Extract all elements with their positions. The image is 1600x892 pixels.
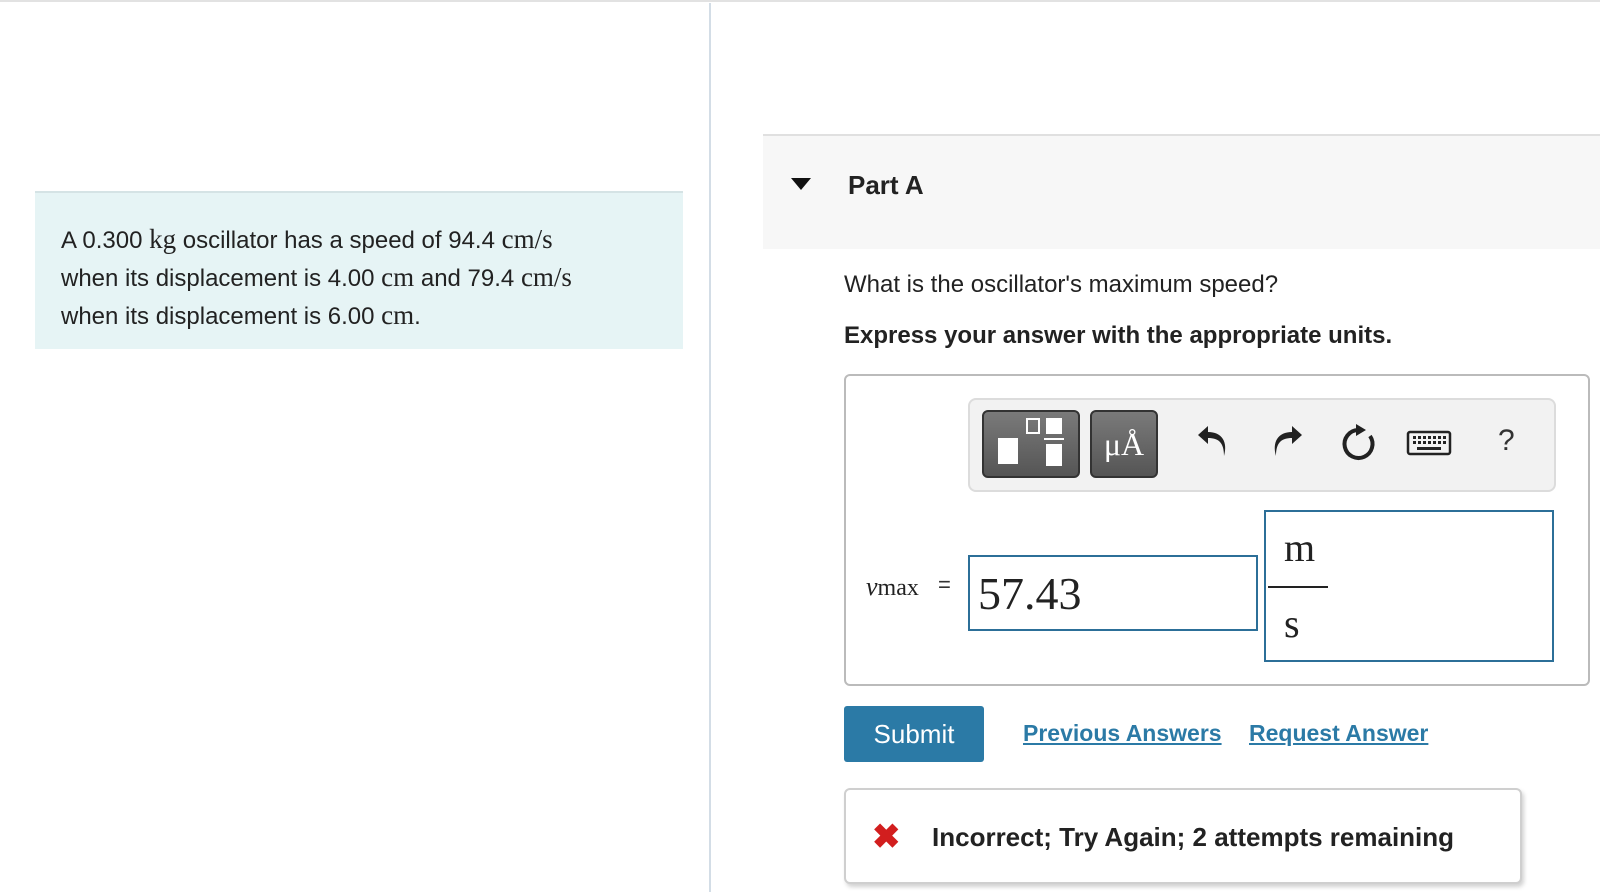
part-title: Part A — [848, 170, 924, 200]
part-header[interactable]: Part A — [763, 134, 1600, 249]
variable-label: vmax — [866, 572, 919, 601]
unit-denominator: s — [1284, 601, 1300, 646]
displacement-unit-1: cm — [381, 262, 415, 292]
units-glyph: μÅ — [1103, 426, 1145, 462]
keyboard-icon[interactable] — [1406, 422, 1452, 462]
help-button[interactable]: ? — [1498, 424, 1515, 458]
equals-sign: = — [938, 572, 951, 597]
problem-line-1: A 0.300 kg oscillator has a speed of 94.… — [61, 224, 553, 254]
speed-unit-1: cm/s — [501, 224, 553, 254]
answer-value-input[interactable]: 57.43 — [968, 555, 1258, 631]
reset-icon[interactable] — [1338, 422, 1378, 462]
templates-button[interactable] — [982, 410, 1080, 478]
previous-answers-link[interactable]: Previous Answers — [1023, 720, 1222, 747]
feedback-message: Incorrect; Try Again; 2 attempts remaini… — [932, 822, 1455, 852]
instruction-text: Express your answer with the appropriate… — [844, 322, 1393, 349]
answer-unit-input[interactable]: m s — [1264, 510, 1554, 662]
top-border — [0, 0, 1600, 2]
math-toolbar: μÅ ? — [968, 398, 1556, 492]
redo-icon[interactable] — [1266, 422, 1306, 462]
problem-line-3: when its displacement is 6.00 cm. — [61, 300, 421, 330]
request-answer-link[interactable]: Request Answer — [1249, 720, 1428, 747]
displacement-unit-2: cm — [381, 300, 415, 330]
problem-statement: A 0.300 kg oscillator has a speed of 94.… — [35, 191, 683, 349]
column-divider — [709, 3, 711, 892]
feedback-box: ✖ Incorrect; Try Again; 2 attempts remai… — [844, 788, 1522, 884]
undo-icon[interactable] — [1194, 422, 1234, 462]
unit-numerator: m — [1284, 525, 1316, 570]
collapse-caret-icon[interactable] — [791, 178, 811, 190]
question-text: What is the oscillator's maximum speed? — [844, 271, 1279, 298]
speed-unit-2: cm/s — [520, 262, 572, 292]
incorrect-x-icon: ✖ — [872, 818, 901, 856]
units-button[interactable]: μÅ — [1090, 410, 1158, 478]
fraction-bar — [1268, 586, 1328, 588]
problem-line-2: when its displacement is 4.00 cm and 79.… — [61, 262, 572, 292]
mass-unit: kg — [149, 224, 177, 254]
answer-box: μÅ ? vmax = 57.43 m s — [844, 374, 1590, 686]
submit-button[interactable]: Submit — [844, 706, 984, 762]
